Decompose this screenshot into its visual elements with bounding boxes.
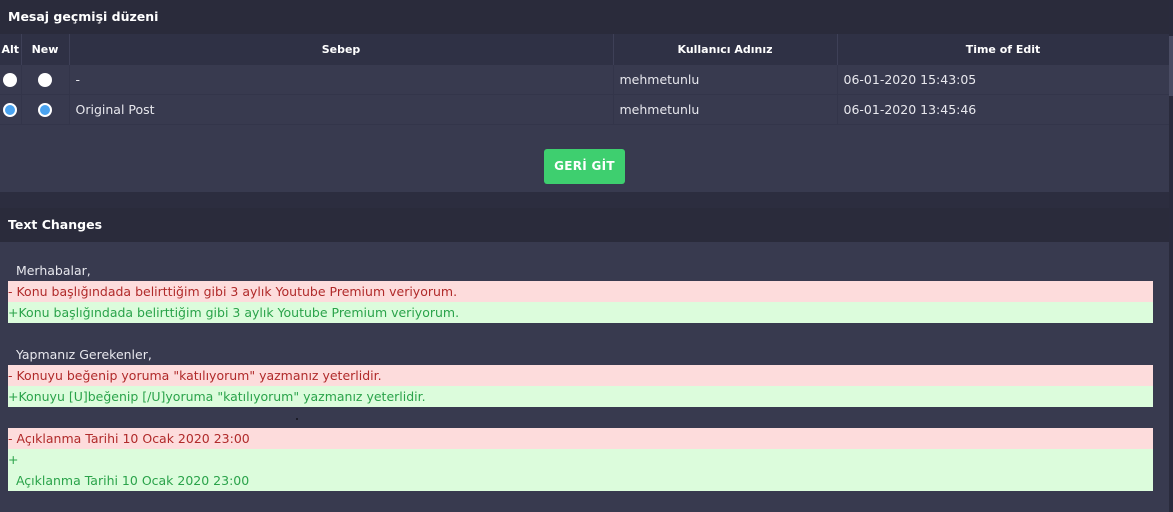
diff-line-inserted: + bbox=[8, 449, 1153, 470]
diff-line-inserted: Açıklanma Tarihi 10 Ocak 2020 23:00 bbox=[8, 470, 1153, 491]
column-header-reason: Sebep bbox=[69, 34, 614, 65]
diff-line-inserted: +Konuyu [U]beğenip [/U]yoruma "katılıyor… bbox=[8, 386, 1153, 407]
diff-line-unchanged: Yapmanız Gerekenler, bbox=[8, 347, 152, 362]
button-row: GERİ GİT bbox=[0, 125, 1169, 184]
username-cell: mehmetunlu bbox=[613, 94, 838, 125]
diff-line-inserted: +Konu başlığındada belirttiğim gibi 3 ay… bbox=[8, 302, 1153, 323]
edit-history-title: Mesaj geçmişi düzeni bbox=[0, 0, 1169, 34]
reason-cell: Original Post bbox=[69, 94, 614, 125]
new-cell bbox=[21, 65, 70, 95]
reason-cell: - bbox=[69, 65, 614, 95]
diff-line-deleted: - Konuyu beğenip yoruma "katılıyorum" ya… bbox=[8, 365, 1153, 386]
stray-dot bbox=[296, 418, 298, 420]
table-header-row: Alt New Sebep Kullanıcı Adınız Time of E… bbox=[0, 34, 1170, 65]
scrollbar-thumb[interactable] bbox=[1169, 36, 1173, 96]
new-cell bbox=[21, 94, 70, 125]
time-cell: 06-01-2020 13:45:46 bbox=[837, 94, 1170, 125]
column-header-time: Time of Edit bbox=[837, 34, 1170, 65]
username-cell: mehmetunlu bbox=[613, 65, 838, 95]
diff-line-deleted: - Açıklanma Tarihi 10 Ocak 2020 23:00 bbox=[8, 428, 1153, 449]
diff-line-unchanged: Merhabalar, bbox=[8, 263, 91, 278]
column-header-alt: Alt bbox=[0, 34, 22, 65]
edit-history-table: Alt New Sebep Kullanıcı Adınız Time of E… bbox=[0, 34, 1170, 125]
new-radio[interactable] bbox=[38, 73, 52, 88]
alt-cell bbox=[0, 65, 22, 95]
alt-cell bbox=[0, 94, 22, 125]
alt-radio[interactable] bbox=[3, 103, 18, 118]
column-header-new: New bbox=[21, 34, 70, 65]
text-changes-panel: Text Changes Merhabalar, - Konu başlığınd… bbox=[0, 208, 1169, 512]
diff-spacer bbox=[8, 407, 1153, 428]
column-header-username: Kullanıcı Adınız bbox=[613, 34, 838, 65]
diff-line-deleted: - Konu başlığındada belirttiğim gibi 3 a… bbox=[8, 281, 1153, 302]
new-radio[interactable] bbox=[38, 103, 52, 118]
table-row: Original Post mehmetunlu 06-01-2020 13:4… bbox=[0, 94, 1170, 125]
table-row: - mehmetunlu 06-01-2020 15:43:05 bbox=[0, 65, 1170, 95]
edit-history-panel: Mesaj geçmişi düzeni Alt New Sebep Kulla… bbox=[0, 0, 1170, 192]
page: Mesaj geçmişi düzeni Alt New Sebep Kulla… bbox=[0, 0, 1170, 512]
diff-view: Merhabalar, - Konu başlığındada belirttiğ… bbox=[8, 260, 1153, 491]
go-back-button[interactable]: GERİ GİT bbox=[544, 149, 625, 184]
section-gap bbox=[0, 192, 1169, 208]
time-cell: 06-01-2020 15:43:05 bbox=[837, 65, 1170, 95]
text-changes-title: Text Changes bbox=[0, 208, 1169, 242]
diff-spacer bbox=[8, 323, 1153, 344]
alt-radio[interactable] bbox=[3, 73, 18, 88]
